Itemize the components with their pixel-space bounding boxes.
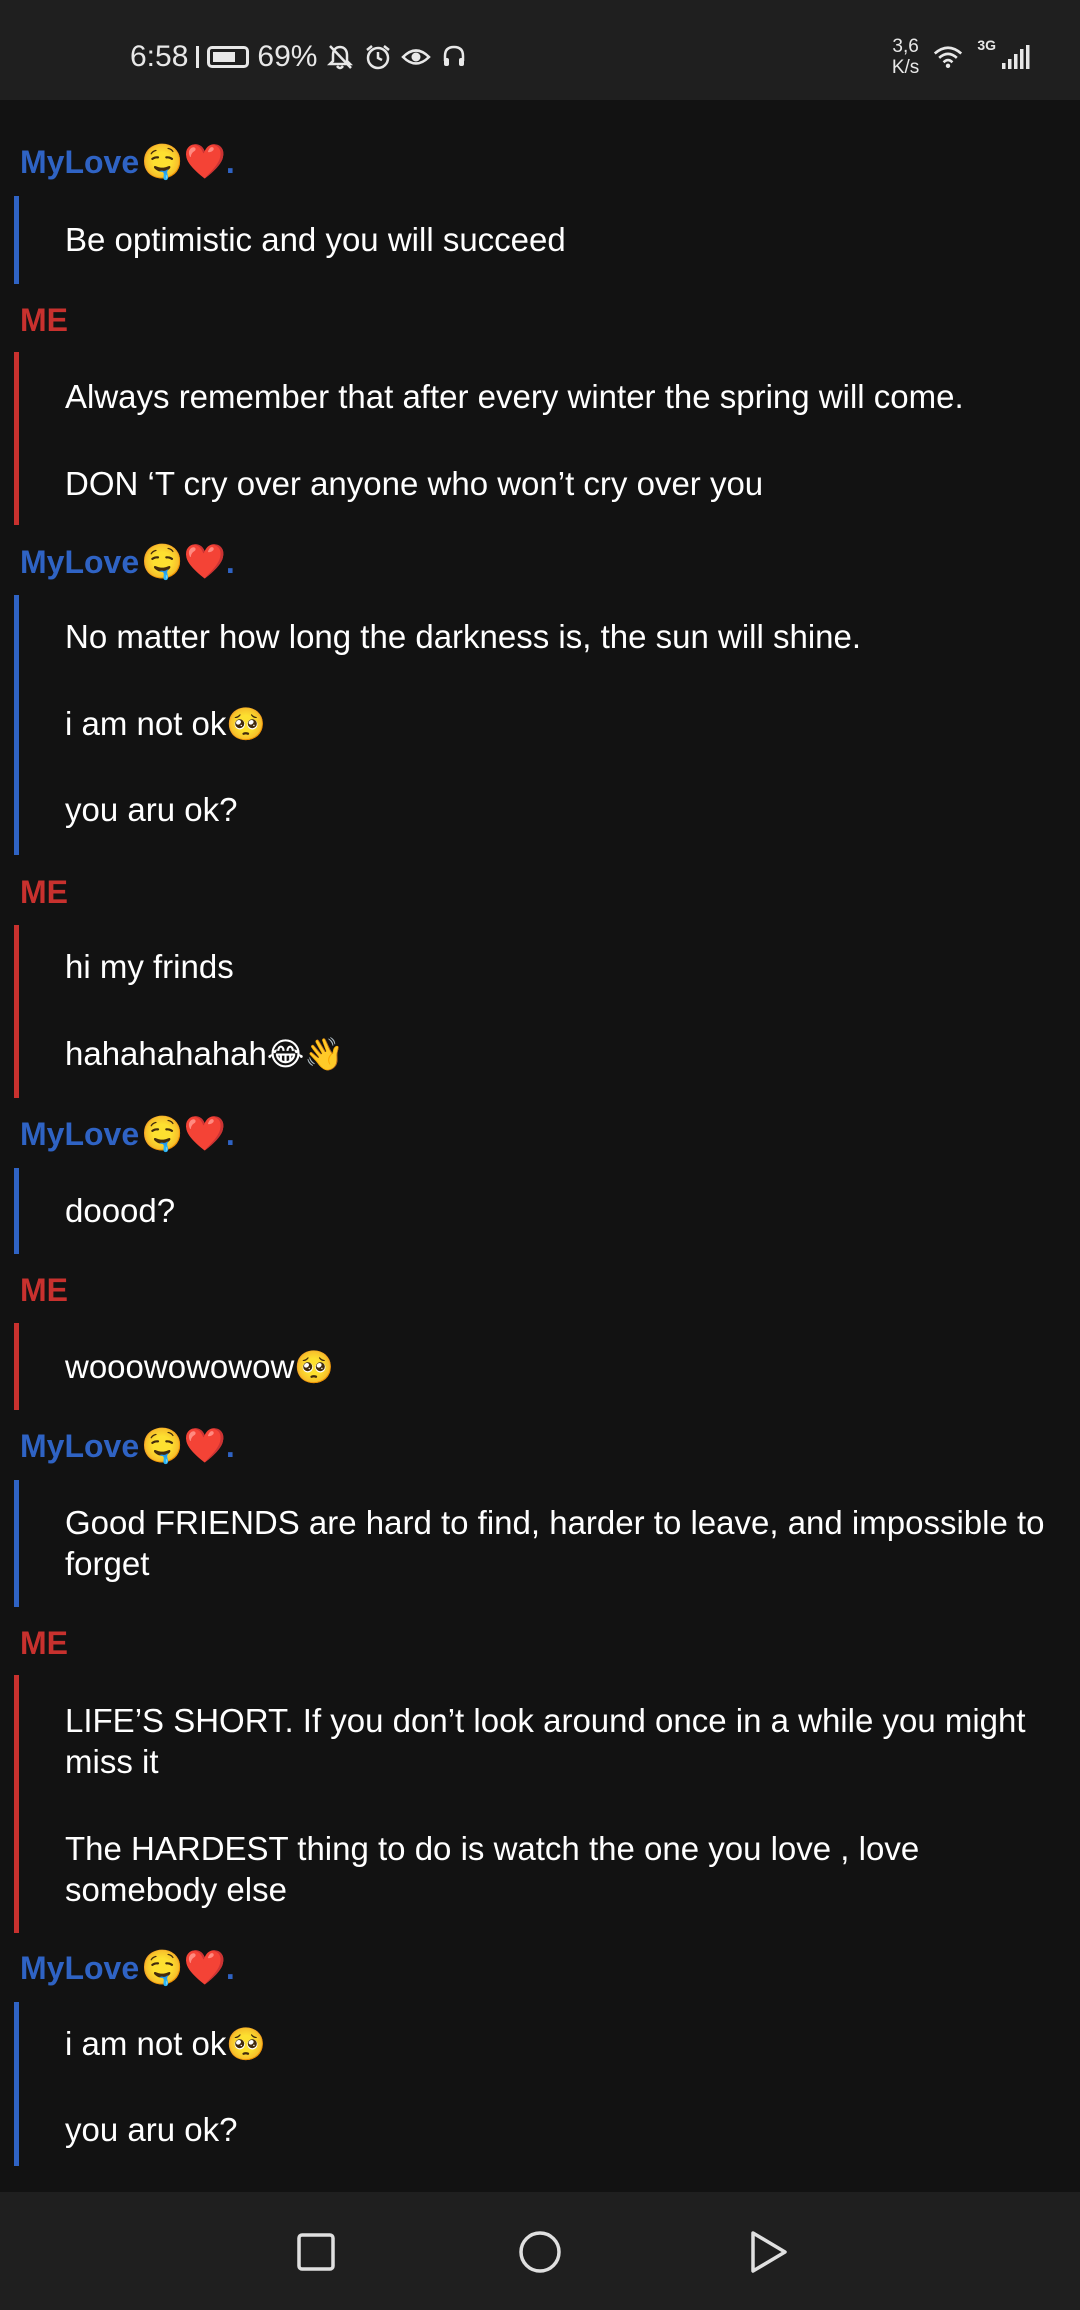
laughing-wave-emoji: 😂👋 xyxy=(266,1036,345,1072)
message-body: i am not ok xyxy=(65,2025,227,2062)
sender-name-me: ME xyxy=(20,874,68,911)
sender-suffix: . xyxy=(225,1949,235,1986)
message-body: hi my frinds xyxy=(65,948,234,985)
pleading-face-emoji: 🥺 xyxy=(226,706,267,742)
network-type: 3G xyxy=(977,37,996,53)
message-text[interactable]: hahahahahah😂👋 xyxy=(65,1033,1060,1075)
message-group-bar xyxy=(14,595,19,855)
eye-icon xyxy=(401,42,432,72)
message-group-bar xyxy=(14,1480,19,1607)
sender-emoji: 🤤❤️ xyxy=(141,1427,226,1465)
status-left: 6:58 69% xyxy=(130,40,469,74)
recents-square-icon[interactable] xyxy=(288,2224,344,2280)
message-group-bar xyxy=(14,1323,19,1410)
sender-label: MyLove xyxy=(20,143,140,180)
mute-bell-icon xyxy=(325,42,355,72)
message-text[interactable]: The HARDEST thing to do is watch the one… xyxy=(65,1828,1060,1910)
message-text[interactable]: hi my frinds xyxy=(65,946,1060,987)
sender-suffix: . xyxy=(225,1427,235,1464)
message-text[interactable]: Be optimistic and you will succeed xyxy=(65,219,1060,260)
sender-name-me: ME xyxy=(20,1272,68,1309)
message-body: Always remember that after every winter … xyxy=(65,378,964,415)
home-circle-icon[interactable] xyxy=(512,2224,568,2280)
message-text[interactable]: Good FRIENDS are hard to find, harder to… xyxy=(65,1502,1060,1584)
sender-label: ME xyxy=(20,1272,68,1308)
message-body: doood? xyxy=(65,1192,176,1229)
message-body: i am not ok xyxy=(65,705,227,742)
sender-emoji: 🤤❤️ xyxy=(141,1115,226,1153)
message-group-bar xyxy=(14,1168,19,1254)
sender-name-me: ME xyxy=(20,1625,68,1662)
message-body: wooowowowow xyxy=(65,1348,295,1385)
pleading-face-emoji: 🥺 xyxy=(294,1349,335,1385)
separator xyxy=(196,46,200,68)
message-group-bar xyxy=(14,2002,19,2166)
headset-icon xyxy=(439,42,469,72)
message-body: hahahahahah xyxy=(65,1035,267,1072)
sender-label: MyLove xyxy=(20,543,140,580)
battery-icon xyxy=(207,46,250,68)
message-body: you aru ok? xyxy=(65,2111,238,2148)
sender-label: MyLove xyxy=(20,1949,140,1986)
sender-label: MyLove xyxy=(20,1115,140,1152)
message-text[interactable]: Always remember that after every winter … xyxy=(65,376,1060,417)
sender-name-mylove: MyLove 🤤❤️. xyxy=(20,542,235,582)
message-group-bar xyxy=(14,1675,19,1933)
message-text[interactable]: No matter how long the darkness is, the … xyxy=(65,616,1060,657)
sender-name-me: ME xyxy=(20,302,68,339)
message-text[interactable]: doood? xyxy=(65,1190,1060,1231)
message-group-bar xyxy=(14,925,19,1098)
battery-percent: 69% xyxy=(257,40,318,73)
status-right: 3,6 K/s 3G xyxy=(892,36,1030,78)
sender-label: ME xyxy=(20,874,68,910)
sender-emoji: 🤤❤️ xyxy=(141,143,226,181)
message-body: The HARDEST thing to do is watch the one… xyxy=(65,1830,920,1908)
message-group-bar xyxy=(14,352,19,525)
sender-suffix: . xyxy=(225,143,235,180)
alarm-icon xyxy=(363,42,393,72)
message-body: Be optimistic and you will succeed xyxy=(65,221,566,258)
sender-emoji: 🤤❤️ xyxy=(141,543,226,581)
message-text[interactable]: wooowowowow🥺 xyxy=(65,1346,1060,1388)
sender-name-mylove: MyLove 🤤❤️. xyxy=(20,1426,235,1466)
back-triangle-icon[interactable] xyxy=(740,2224,796,2280)
message-text[interactable]: i am not ok🥺 xyxy=(65,703,1060,745)
network-speed: 3,6 K/s xyxy=(892,36,919,78)
speed-value: 3,6 xyxy=(892,36,919,57)
sender-suffix: . xyxy=(225,543,235,580)
navigation-bar xyxy=(0,2192,1080,2310)
sender-label: MyLove xyxy=(20,1427,140,1464)
message-body: DON ‘T cry over anyone who won’t cry ove… xyxy=(65,465,764,502)
pleading-face-emoji: 🥺 xyxy=(226,2026,267,2062)
sender-emoji: 🤤❤️ xyxy=(141,1949,226,1987)
speed-unit: K/s xyxy=(891,57,920,78)
message-body: No matter how long the darkness is, the … xyxy=(65,618,862,655)
message-text[interactable]: LIFE’S SHORT. If you don’t look around o… xyxy=(65,1700,1060,1782)
signal-icon xyxy=(1000,42,1030,72)
message-text[interactable]: you aru ok? xyxy=(65,2109,1060,2150)
status-time: 6:58 xyxy=(130,40,189,73)
message-text[interactable]: you aru ok? xyxy=(65,789,1060,830)
sender-name-mylove: MyLove 🤤❤️. xyxy=(20,1114,235,1154)
message-body: LIFE’S SHORT. If you don’t look around o… xyxy=(65,1702,1026,1780)
sender-label: ME xyxy=(20,1625,68,1661)
sender-name-mylove: MyLove 🤤❤️. xyxy=(20,142,235,182)
message-body: Good FRIENDS are hard to find, harder to… xyxy=(65,1504,1045,1582)
wifi-icon xyxy=(933,42,963,72)
message-text[interactable]: i am not ok🥺 xyxy=(65,2023,1060,2065)
message-body: you aru ok? xyxy=(65,791,238,828)
message-group-bar xyxy=(14,196,19,284)
sender-name-mylove: MyLove 🤤❤️. xyxy=(20,1948,235,1988)
sender-label: ME xyxy=(20,302,68,338)
sender-suffix: . xyxy=(225,1115,235,1152)
message-text[interactable]: DON ‘T cry over anyone who won’t cry ove… xyxy=(65,463,1060,504)
status-bar: 6:58 69% 3,6 K/s 3G xyxy=(0,0,1080,100)
